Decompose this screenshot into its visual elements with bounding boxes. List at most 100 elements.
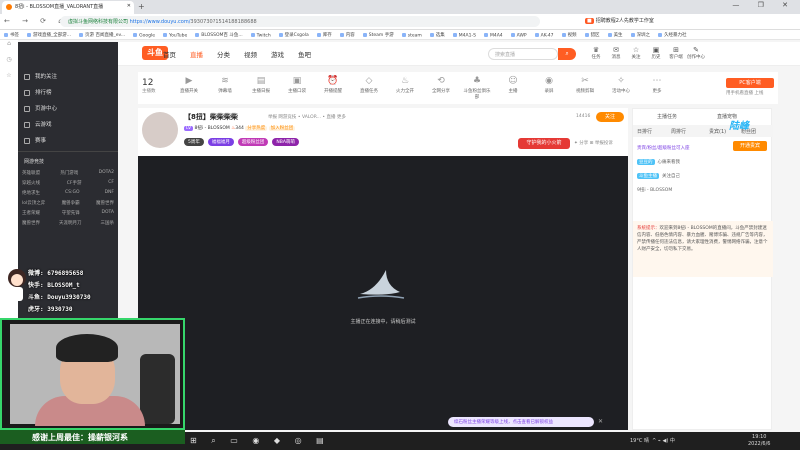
sidebar-category-link[interactable]: CF [108,180,114,190]
sidebar-category-link[interactable]: 热门游戏 [60,170,78,180]
bookmark-item[interactable]: 久经暴力社 [654,30,691,39]
function-item[interactable]: ◉ 录屏 [534,76,564,94]
sidebar-category-link[interactable]: DOTA [102,210,115,220]
bookmark-item[interactable]: Google [129,31,159,40]
tab-vip[interactable]: 贵宾(1) [709,128,726,135]
room-pill-badge[interactable]: 5周年 [184,138,204,146]
header-icon-item[interactable]: ✎ 创作中心 [686,46,706,60]
sidebar-category-link[interactable]: 绝地求生 [22,190,40,200]
nav-item[interactable]: 游戏 [271,51,284,59]
new-tab-button[interactable]: + [138,2,145,11]
sidebar-category-link[interactable]: 穿越火线 [22,180,40,190]
sidebar-category-link[interactable]: 天涯明月刀 [59,220,82,230]
taskbar-app-icons[interactable]: ⊞ ⌕ ▭ ◉ ◆ ◎ ▤ [190,436,330,446]
header-icon-item[interactable]: ♛ 任务 [586,46,606,60]
bookmark-item[interactable]: AK-47 [531,31,558,40]
fan-group[interactable]: 加入粉丝团 [268,126,296,131]
function-item[interactable]: ✧ 活动中心 [606,76,636,94]
sidebar-category-link[interactable]: 魔兽世界 [22,220,40,230]
tray-area[interactable]: 19°C 晴 ^ ⌁ ◀) 中 [630,437,675,444]
sidebar-category-link[interactable]: DOTA2 [99,170,114,180]
nav-item[interactable]: 分类 [217,51,230,59]
bookmark-item[interactable]: 美生 [604,30,627,39]
function-item[interactable]: ⏰ 开播提醒 [318,76,348,94]
room-meta[interactable]: 举报 网游竞技 • VALOR... • 直播 更多 [268,114,346,120]
bookmark-item[interactable]: M4A4 [480,31,507,40]
bookmark-item[interactable]: steam [398,31,426,40]
streamer-avatar[interactable] [142,112,178,148]
nav-buttons[interactable]: ← → ⟳ ⌂ [4,17,68,25]
sidebar-category-link[interactable]: lol云顶之弈 [22,200,45,210]
sidebar-category-link[interactable]: 王者荣耀 [22,210,40,220]
pc-client-button[interactable]: PC客户端 [726,78,774,88]
nav-item[interactable]: 鱼吧 [298,51,311,59]
room-pill-badge[interactable]: 超级粉丝团 [237,138,269,146]
nav-item[interactable]: 直播 [190,51,203,59]
video-player[interactable]: 主播正在连接中，请稍后测试 续石粉丝主播荣耀等级上线，点击查看已解锁权益 ✕ [138,156,628,430]
function-item[interactable]: ▣ 主播口袋 [282,76,312,94]
function-item[interactable]: ▶ 直播开关 [174,76,204,94]
header-icon-item[interactable]: ▣ 历史 [646,46,666,60]
clock[interactable]: 19:10 2022/6/6 [748,434,770,448]
bookmark-item[interactable]: 库存 [313,30,336,39]
search-button[interactable]: ⌕ [558,48,576,60]
guard-button[interactable]: 守护我的小火箭 [518,138,570,149]
function-item[interactable]: ♣ 斗鱼粉丝俱乐部 [462,76,492,100]
bookmark-item[interactable]: AWP [507,31,531,40]
mobile-watch-link[interactable]: 用手机看直播 上线 [726,90,763,96]
tab-daily-rank[interactable]: 日排行 [637,128,652,135]
header-icon-item[interactable]: ☆ 关注 [626,46,646,60]
sidebar-category-link[interactable]: 三国杀 [101,220,115,230]
function-item[interactable]: ⋯ 更多 [642,76,672,94]
nav-item[interactable]: 视频 [244,51,257,59]
sidebar-item-cloud[interactable]: 云游戏 [18,116,118,132]
bookmark-item[interactable]: 视频 [558,30,581,39]
sidebar-category-link[interactable]: 英雄联盟 [22,170,40,180]
url-field[interactable]: 虚拟斗鱼网络科技有限公司 https://www.douyu.com/39307… [60,16,540,27]
follow-button[interactable]: 关注 [596,112,624,122]
sidebar-item-games[interactable]: 页游中心 [18,100,118,116]
function-item[interactable]: ▤ 主播日报 [246,76,276,94]
bookmark-item[interactable]: M4A1-S [449,31,480,40]
sidebar-category-link[interactable]: CS:GO [65,190,80,200]
sidebar-item-follow[interactable]: 我的关注 [18,68,118,84]
function-item[interactable]: ≋ 弹幕墙 [210,76,240,94]
bookmark-item[interactable]: 页游 百闻直播_ev... [75,30,129,39]
search-input[interactable]: 搜索直播 [488,48,558,60]
room-pill-badge[interactable]: 福福福月 [207,138,234,146]
function-item[interactable]: ⟲ 全网分享 [426,76,456,94]
header-icon-item[interactable]: ✉ 消息 [606,46,626,60]
sidebar-category-link[interactable]: 守望先锋 [62,210,80,220]
bookmark-item[interactable]: 内容 [336,30,359,39]
bookmark-item[interactable]: 登录Csgola [275,30,313,39]
function-item[interactable]: ☺ 主播 [498,76,528,94]
tab-weekly-rank[interactable]: 周排行 [671,128,686,135]
bookmark-item[interactable]: 书签 [0,30,23,39]
sidebar-item-esports[interactable]: 赛事 [18,132,118,148]
function-item[interactable]: ♨ 火力全开 [390,76,420,94]
header-icon-item[interactable]: ⊞ 客户端 [666,46,686,60]
sidebar-category-link[interactable]: 魔兽争霸 [62,200,80,210]
chat-top-tab-tasks[interactable]: 主播任务 [657,113,677,120]
sidebar-category-link[interactable]: CF手游 [67,180,82,190]
promo-close-icon[interactable]: ✕ [598,418,603,425]
bookmark-item[interactable]: Twitch [247,31,275,40]
function-item[interactable]: ✂ 视频剪辑 [570,76,600,94]
sidebar-item-rank[interactable]: 排行榜 [18,84,118,100]
open-vip-button[interactable]: 开通贵宾 [733,141,767,151]
nav-item[interactable]: 首页 [163,51,176,59]
strip-home-icon[interactable]: ⌂ [0,40,18,56]
bookmark-item[interactable]: 深圳之 [627,30,655,39]
bookmark-item[interactable]: 游戏直播_全部游... [23,30,75,39]
promo-banner[interactable]: 续石粉丝主播荣耀等级上线，点击查看已解锁权益 [448,417,594,427]
strip-history-icon[interactable]: ◷ [0,56,18,72]
sidebar-category-link[interactable]: DNF [105,190,114,200]
tab-close-icon[interactable]: ✕ [127,3,131,9]
extension-area[interactable]: ■ 招聘教程2人先教学工作室 [585,17,654,24]
bookmark-item[interactable]: YouTube [159,31,191,40]
browser-tab-active[interactable]: 8扭i - BLOSSOM直播_VALORANT直播 ✕ [2,1,134,14]
sidebar-category-link[interactable]: 魔兽世界 [96,200,114,210]
bookmark-item[interactable]: BLOSSOM百 斗鱼... [191,30,246,39]
room-pill-badge[interactable]: NBA萌萌 [272,138,299,146]
strip-star-icon[interactable]: ☆ [0,72,18,88]
